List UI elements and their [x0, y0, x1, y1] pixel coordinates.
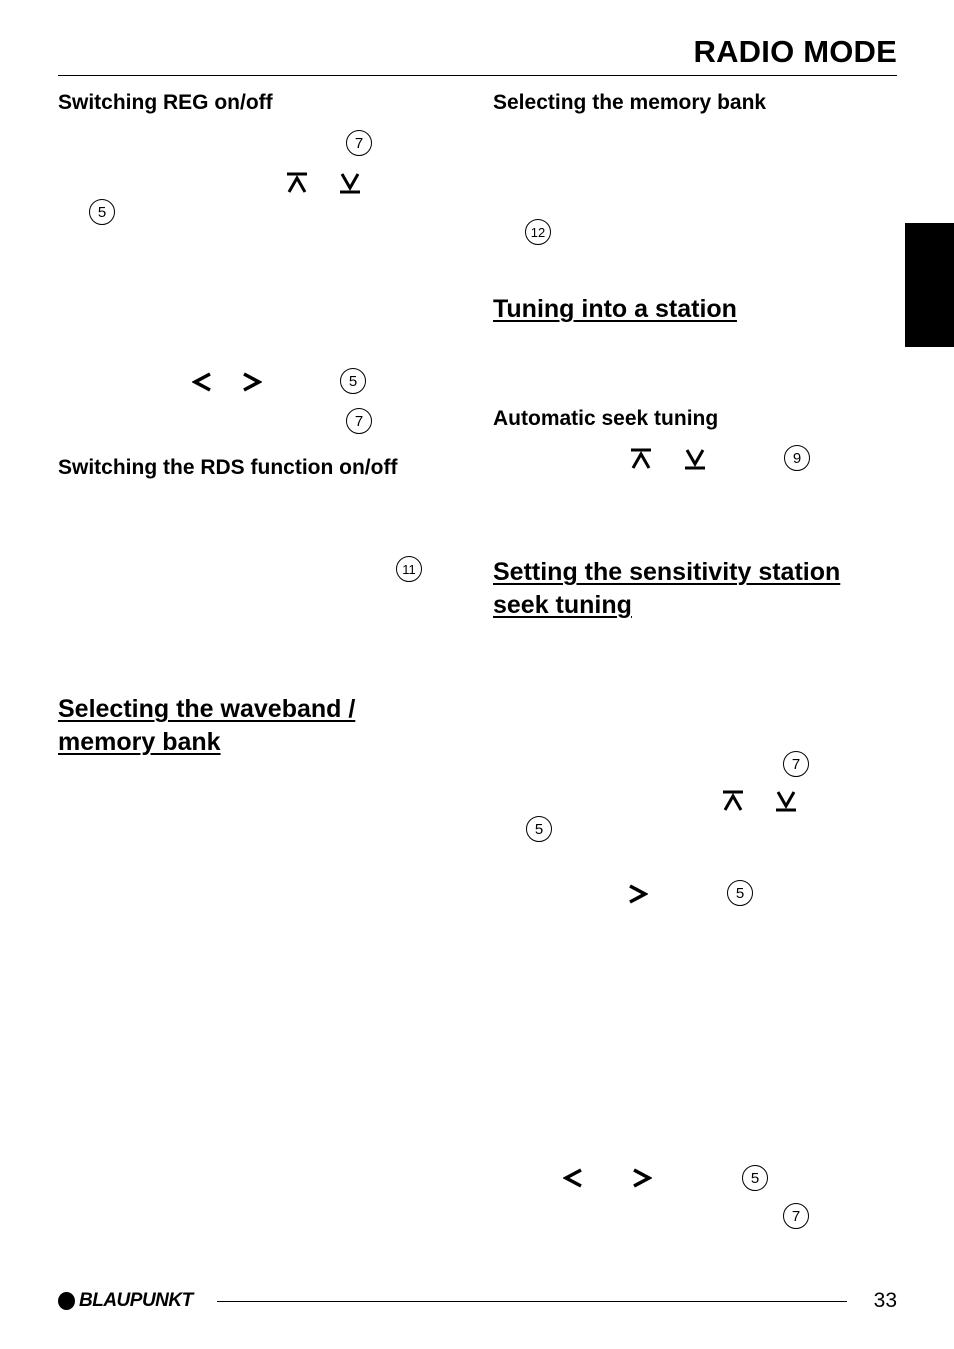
chevron-right-icon [242, 371, 262, 393]
heading-line-2: seek tuning [493, 591, 632, 619]
brand-dot-icon [58, 1292, 75, 1310]
seek-down-icon [339, 172, 361, 194]
heading-switching-reg: Switching REG on/off [58, 91, 273, 114]
callout-5: 5 [742, 1165, 768, 1191]
callout-11: 11 [396, 556, 422, 582]
callout-7: 7 [783, 1203, 809, 1229]
callout-7: 7 [346, 130, 372, 156]
chevron-left-icon [563, 1167, 583, 1189]
callout-12: 12 [525, 219, 551, 245]
page-title: RADIO MODE [693, 34, 897, 69]
footer-divider [217, 1301, 847, 1302]
chevron-left-icon [192, 371, 212, 393]
callout-5: 5 [526, 816, 552, 842]
callout-9: 9 [784, 445, 810, 471]
callout-5: 5 [727, 880, 753, 906]
brand-logo: BLAUPUNKT [58, 1290, 193, 1312]
heading-selecting-waveband: Selecting the waveband / memory bank [58, 693, 355, 759]
callout-5: 5 [340, 368, 366, 394]
heading-selecting-memory-bank: Selecting the memory bank [493, 91, 767, 114]
heading-sensitivity-seek: Setting the sensitivity station seek tun… [493, 556, 840, 622]
chevron-right-icon [628, 883, 648, 905]
seek-up-icon [286, 172, 308, 194]
seek-up-icon [630, 448, 652, 470]
heading-tuning-station: Tuning into a station [493, 295, 737, 323]
brand-name: BLAUPUNKT [79, 1290, 193, 1311]
heading-switching-rds: Switching the RDS function on/off [58, 456, 398, 479]
seek-up-icon [722, 790, 744, 812]
callout-7: 7 [783, 751, 809, 777]
seek-down-icon [775, 790, 797, 812]
heading-line-1: Selecting the waveband / [58, 695, 356, 723]
callout-5: 5 [89, 199, 115, 225]
chevron-right-icon [632, 1167, 652, 1189]
section-tab-marker [905, 223, 954, 347]
seek-down-icon [684, 448, 706, 470]
heading-line-1: Setting the sensitivity station [493, 558, 841, 586]
heading-automatic-seek: Automatic seek tuning [493, 407, 719, 430]
callout-7: 7 [346, 408, 372, 434]
heading-line-2: memory bank [58, 728, 221, 756]
header-divider [58, 75, 897, 76]
page-number: 33 [873, 1289, 897, 1312]
